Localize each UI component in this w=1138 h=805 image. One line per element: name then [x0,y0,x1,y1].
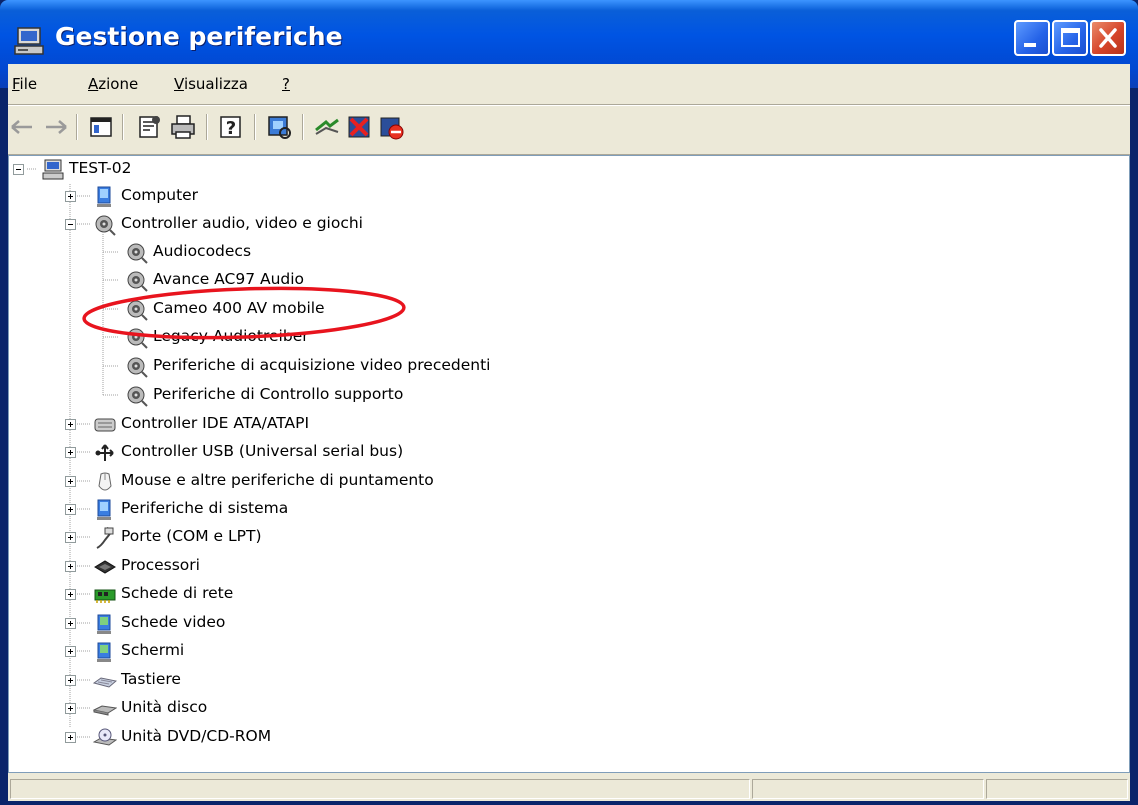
svg-text:?: ? [226,118,236,139]
keyboard-icon [93,677,117,688]
mouse-icon [98,472,112,491]
scan-hardware-icon[interactable] [264,112,294,142]
monitor-icon [97,642,111,662]
status-pane [986,779,1128,799]
print-icon[interactable] [168,112,198,142]
menu-visualizza[interactable]: Visualizza [174,75,248,93]
network-card-icon [94,589,116,603]
usb-icon [95,444,114,461]
maximize-icon [1061,28,1080,47]
toolbar: ? [8,106,1130,152]
expand-button[interactable] [65,675,76,686]
maximize-button[interactable] [1052,20,1088,56]
speaker-icon [127,271,148,292]
expand-button[interactable] [65,476,76,487]
disk-drive-icon [93,705,117,716]
dvd-drive-icon [93,728,117,746]
properties-icon[interactable] [134,112,164,142]
expand-button[interactable] [65,618,76,629]
expand-button[interactable] [65,703,76,714]
toolbar-separator [76,114,78,140]
expand-button[interactable] [65,447,76,458]
show-hide-tree-icon[interactable] [86,112,116,142]
speaker-icon [95,215,116,236]
expand-button[interactable] [65,646,76,657]
menu-bar: File Azione Visualizza ? [8,68,1130,102]
menu-azione[interactable]: Azione [88,75,138,93]
disable-icon[interactable] [376,112,406,142]
close-button[interactable] [1090,20,1126,56]
toolbar-separator [122,114,124,140]
expand-button[interactable] [65,532,76,543]
device-manager-window: Gestione periferiche File Azione Visuali… [0,0,1138,805]
speaker-icon [127,243,148,264]
computer-icon [14,27,44,55]
menu-help[interactable]: ? [282,75,290,93]
device-tree[interactable]: TEST-02 Computer Controller audio, video… [8,155,1130,773]
client-area: File Azione Visualizza ? ? TEST-02 Compu… [8,64,1130,801]
port-icon [96,527,114,549]
display-adapter-icon [97,614,111,634]
toolbar-separator [206,114,208,140]
toolbar-separator [302,114,304,140]
expand-button[interactable] [65,732,76,743]
ide-controller-icon [94,418,116,432]
expand-button[interactable] [65,589,76,600]
minimize-icon [1024,43,1036,47]
speaker-icon [127,328,148,349]
toolbar-separator [254,114,256,140]
computer-icon [42,159,64,180]
update-driver-icon[interactable] [312,112,342,142]
expand-button[interactable] [65,504,76,515]
status-pane [752,779,984,799]
help-icon[interactable]: ? [216,112,246,142]
expand-button[interactable] [65,191,76,202]
forward-arrow-icon[interactable] [40,112,70,142]
speaker-icon [127,300,148,321]
computer-monitor-icon [97,186,111,207]
status-pane [10,779,750,799]
expand-button[interactable] [65,561,76,572]
back-arrow-icon[interactable] [8,112,38,142]
collapse-root-button[interactable] [13,164,24,175]
minimize-button[interactable] [1014,20,1050,56]
speaker-icon [127,357,148,378]
close-icon [1099,28,1117,48]
window-title: Gestione periferiche [55,22,343,51]
status-bar [8,776,1130,801]
processor-icon [94,560,116,574]
collapse-button[interactable] [65,219,76,230]
uninstall-icon[interactable] [344,112,374,142]
speaker-icon [127,386,148,407]
menu-file[interactable]: File [12,75,37,93]
system-device-icon [97,499,111,520]
expand-button[interactable] [65,419,76,430]
